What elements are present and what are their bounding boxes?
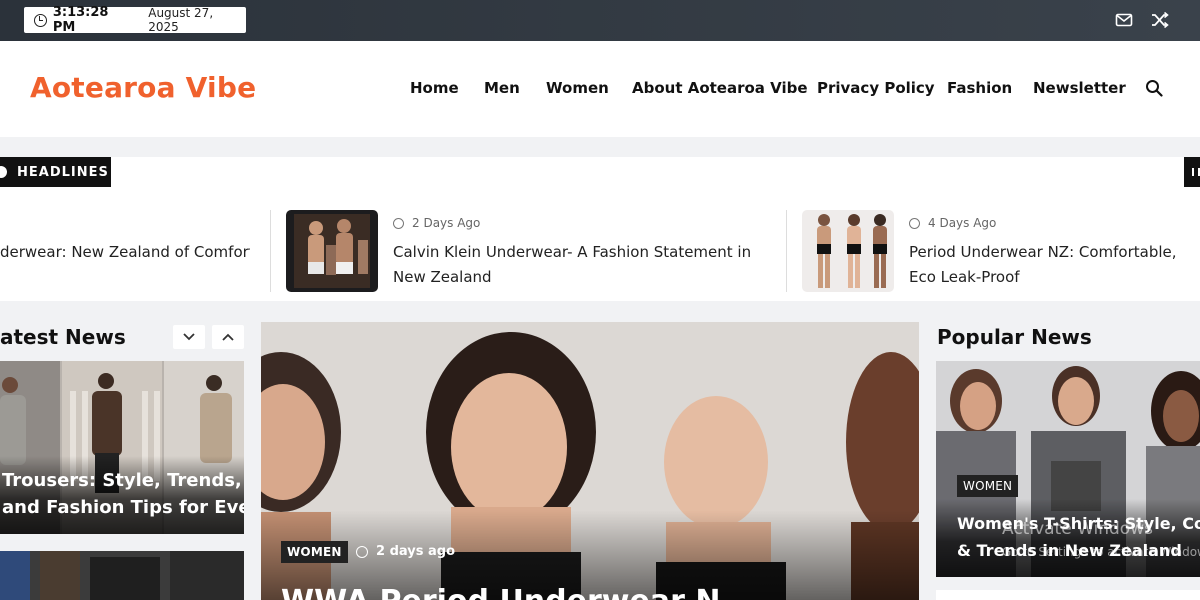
- popular-list-divider: [936, 590, 1200, 600]
- mail-icon[interactable]: [1115, 11, 1133, 29]
- activate-windows-watermark-subtext: Go to Settings to activate Windows.: [1002, 545, 1200, 559]
- headlines-label: HEADLINES: [0, 157, 111, 187]
- shuffle-icon[interactable]: [1151, 11, 1169, 29]
- featured-meta: 2 days ago: [356, 544, 455, 559]
- latest-news-card[interactable]: [0, 551, 244, 600]
- ticker-pause-button[interactable]: [1184, 157, 1200, 187]
- clock-icon: [909, 217, 920, 229]
- latest-card-image: [0, 551, 244, 600]
- ticker-title[interactable]: Calvin Klein Underwear- A Fashion Statem…: [393, 240, 763, 290]
- headlines-dot-icon: [0, 166, 7, 178]
- nav-newsletter[interactable]: Newsletter: [1033, 79, 1126, 97]
- popular-news-title: Popular News: [937, 325, 1092, 349]
- ticker-meta: 4 Days Ago: [909, 216, 996, 230]
- top-bar: 3:13:28 PM August 27, 2025: [0, 0, 1200, 41]
- ticker-thumbnail[interactable]: [286, 210, 378, 292]
- site-logo[interactable]: Aotearoa Vibe: [30, 71, 256, 104]
- ticker-divider: [270, 210, 271, 292]
- chevron-down-icon: [183, 333, 195, 341]
- latest-next-button[interactable]: [212, 325, 244, 349]
- clock-icon: [393, 217, 404, 229]
- nav-about[interactable]: About Aotearoa Vibe: [632, 79, 808, 97]
- latest-news-title: atest News: [0, 325, 126, 349]
- ticker-divider: [786, 210, 787, 292]
- ticker-title[interactable]: derwear: New Zealand of Comfort: [0, 240, 250, 265]
- latest-news-card[interactable]: Trousers: Style, Trends, and Fashion Tip…: [0, 361, 244, 534]
- chevron-up-icon: [222, 333, 234, 341]
- nav-men[interactable]: Men: [484, 79, 520, 97]
- nav-fashion[interactable]: Fashion: [947, 79, 1012, 97]
- featured-time: 2 days ago: [376, 544, 455, 559]
- ticker-time: 4 Days Ago: [928, 216, 997, 230]
- clock-icon: [356, 545, 368, 558]
- date-time-box: 3:13:28 PM August 27, 2025: [24, 5, 246, 35]
- ticker-title[interactable]: Period Underwear NZ: Comfortable, Eco Le…: [909, 240, 1200, 290]
- featured-category-tag[interactable]: WOMEN: [281, 541, 348, 563]
- current-date: August 27, 2025: [148, 6, 214, 34]
- clock-icon: [34, 13, 47, 27]
- featured-title[interactable]: WWA Period Underwear N: [281, 584, 720, 600]
- latest-card-title[interactable]: and Fashion Tips for Eve: [2, 494, 244, 521]
- site-header: Aotearoa Vibe Home Men Women About Aotea…: [0, 41, 1200, 137]
- ticker-time: 2 Days Ago: [412, 216, 481, 230]
- ticker-meta: 2 Days Ago: [393, 216, 480, 230]
- ticker-thumbnail[interactable]: [802, 210, 894, 292]
- popular-category-tag[interactable]: WOMEN: [957, 475, 1019, 497]
- activate-windows-watermark: Activate Windows: [1002, 519, 1153, 539]
- nav-women[interactable]: Women: [546, 79, 609, 97]
- latest-card-title[interactable]: Trousers: Style, Trends,: [2, 467, 242, 494]
- current-time: 3:13:28 PM: [52, 5, 109, 35]
- nav-privacy-policy[interactable]: Privacy Policy: [817, 79, 935, 97]
- latest-prev-button[interactable]: [173, 325, 205, 349]
- search-icon[interactable]: [1145, 79, 1163, 97]
- nav-home[interactable]: Home: [410, 79, 459, 97]
